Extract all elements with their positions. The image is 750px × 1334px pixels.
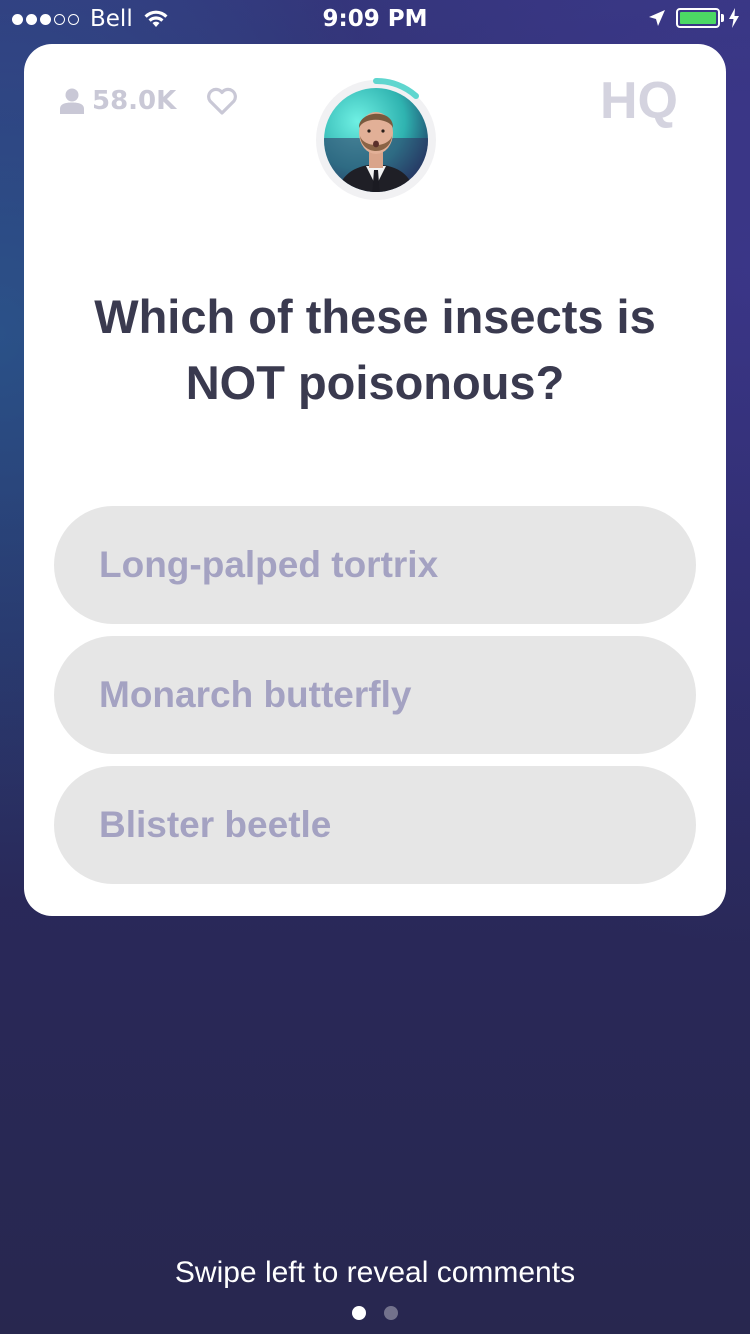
swipe-hint: Swipe left to reveal comments xyxy=(174,1256,576,1289)
location-icon xyxy=(649,10,665,26)
status-bar: Bell 9:09 PM xyxy=(0,0,750,40)
user-icon xyxy=(60,88,84,114)
answer-option-2[interactable]: Monarch butterfly xyxy=(54,636,696,754)
status-time: 9:09 PM xyxy=(322,6,428,32)
host-avatar xyxy=(316,78,436,200)
page-dot-active[interactable] xyxy=(352,1306,366,1320)
answer-list: Long-palped tortrix Monarch butterfly Bl… xyxy=(54,506,696,896)
page-indicator[interactable] xyxy=(0,1306,750,1320)
viewer-count: 58.0K xyxy=(92,86,177,116)
answer-option-3[interactable]: Blister beetle xyxy=(54,766,696,884)
hq-logo-text: HQ xyxy=(600,72,678,128)
charging-bolt-icon xyxy=(729,8,739,28)
heart-icon[interactable] xyxy=(206,87,238,115)
status-right xyxy=(648,8,740,28)
question-card: 58.0K HQ Which of these insects is NOT p… xyxy=(24,44,726,916)
page-dot-inactive[interactable] xyxy=(384,1306,398,1320)
answer-option-1[interactable]: Long-palped tortrix xyxy=(54,506,696,624)
battery-fill xyxy=(680,12,716,24)
hq-logo-icon: HQ xyxy=(600,72,678,128)
viewer-stats: 58.0K xyxy=(60,86,238,116)
question-text: Which of these insects is NOT poisonous? xyxy=(94,290,656,409)
battery-cap xyxy=(721,14,724,22)
battery-icon xyxy=(676,8,720,28)
